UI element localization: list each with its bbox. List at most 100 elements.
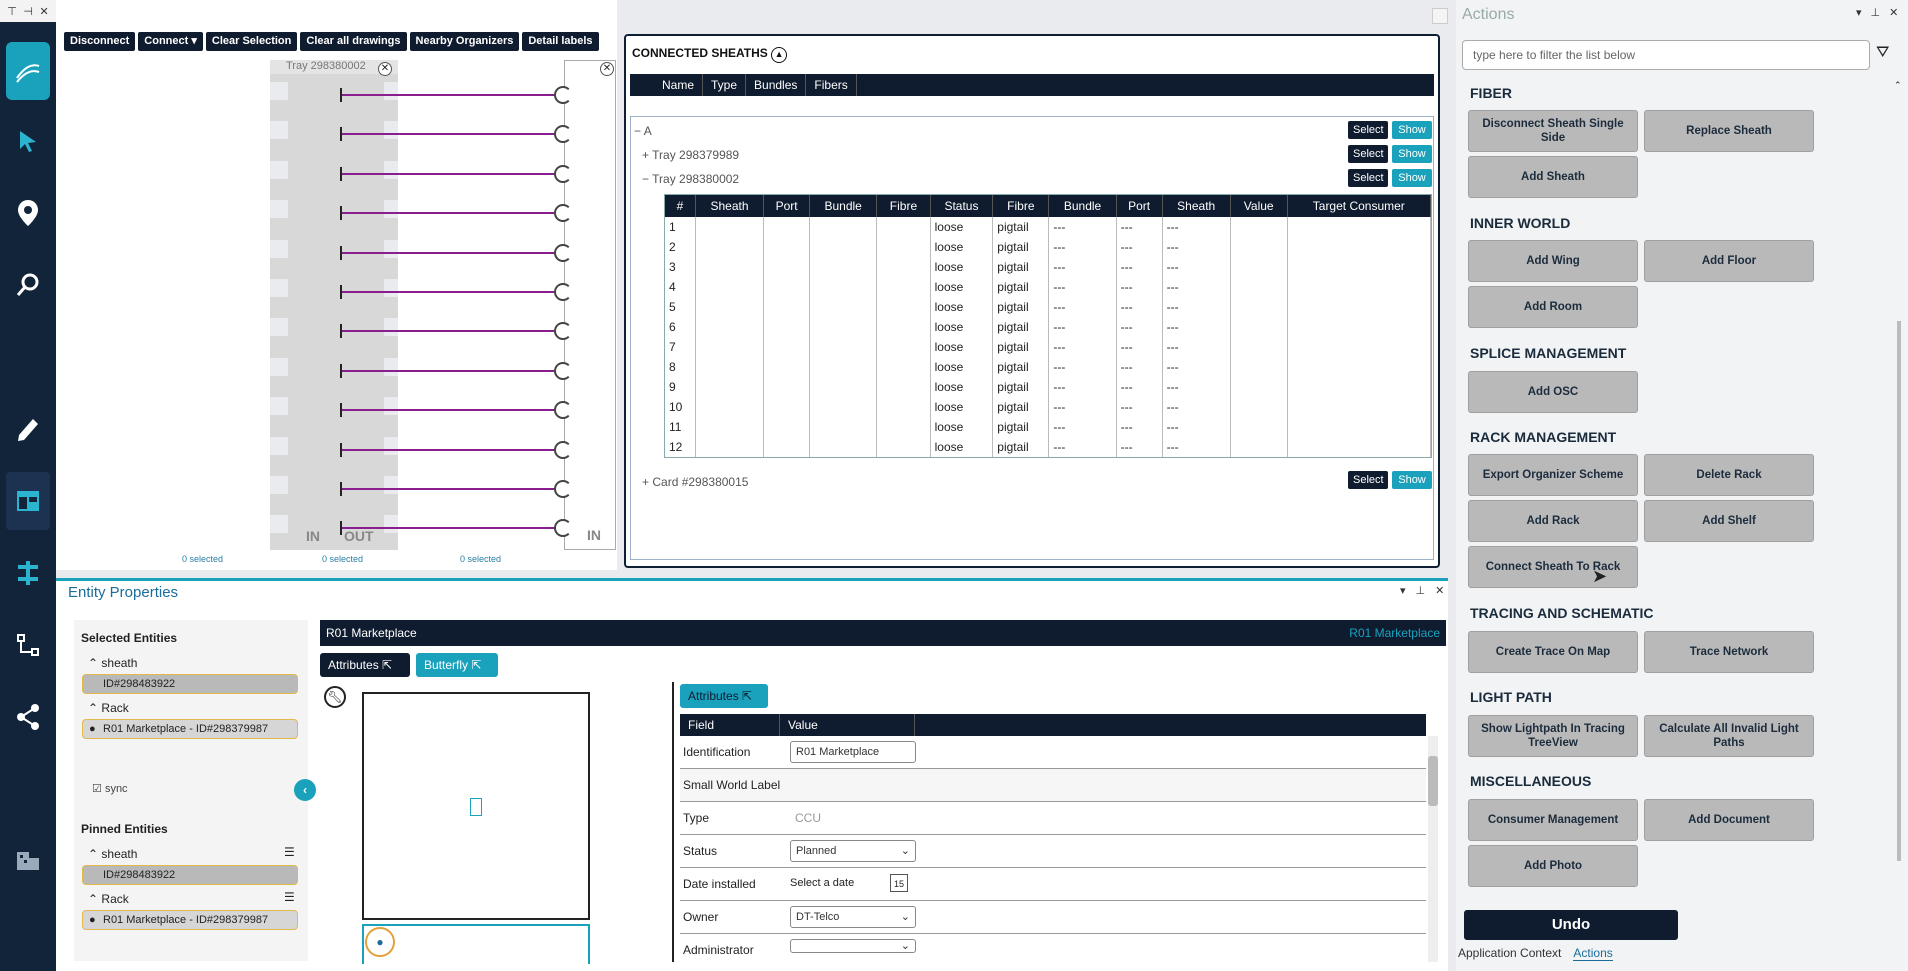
attr-scrollbar[interactable] — [1428, 736, 1438, 962]
fiber-col-header[interactable]: Sheath — [1162, 195, 1231, 217]
show-button-tray-1[interactable]: Show — [1392, 145, 1432, 163]
rack-preview-lower[interactable]: ● — [362, 924, 590, 964]
fiber-line[interactable] — [342, 133, 562, 136]
collapse-up-icon[interactable]: ▲ — [771, 47, 788, 63]
fiber-row[interactable]: 2 loose pigtail --- --- --- — [665, 237, 1432, 257]
port-connector[interactable] — [554, 361, 572, 380]
port-connector[interactable] — [554, 283, 572, 301]
pinned-sheath-chip[interactable]: ID#298483922 — [82, 865, 298, 885]
export-organizer-scheme-button[interactable]: Export Organizer Scheme — [1468, 454, 1638, 496]
collapse-icon[interactable]: − — [634, 124, 641, 138]
replace-sheath-button[interactable]: Replace Sheath — [1644, 110, 1814, 152]
fiber-col-header[interactable]: Port — [763, 195, 811, 217]
connect-button[interactable]: Connect ▾ — [138, 32, 203, 51]
rack-preview[interactable] — [362, 692, 590, 920]
fiber-col-header[interactable]: Fibre — [876, 195, 931, 217]
list-icon[interactable]: ☰ — [284, 845, 295, 859]
fiber-col-header[interactable]: Port — [1116, 195, 1163, 217]
fiber-line[interactable] — [342, 409, 562, 412]
fiber-line[interactable] — [342, 212, 562, 215]
calculate-invalid-light-paths-button[interactable]: Calculate All Invalid Light Paths — [1644, 715, 1814, 757]
nearby-organizers-button[interactable]: Nearby Organizers — [409, 32, 520, 51]
expand-icon[interactable]: + — [642, 475, 649, 489]
clear-selection-button[interactable]: Clear Selection — [205, 32, 298, 51]
fiber-row[interactable]: 7 loose pigtail --- --- --- — [665, 337, 1432, 357]
map-pin-icon[interactable] — [6, 184, 50, 242]
wrench-icon[interactable]: 🔧︎ — [324, 686, 346, 708]
dropdown-icon[interactable]: ▾ — [1400, 584, 1406, 597]
selected-sheath-chip[interactable]: ID#298483922 — [82, 674, 298, 694]
consumer-management-button[interactable]: Consumer Management — [1468, 799, 1638, 841]
col-type[interactable]: Type — [703, 74, 747, 96]
tree-tray-1[interactable]: + Tray 298379989 — [642, 148, 739, 162]
col-bundles[interactable]: Bundles — [746, 74, 807, 96]
tab-actions[interactable]: Actions — [1573, 946, 1613, 961]
filter-icon[interactable]: ⛛ — [1876, 44, 1889, 62]
close-icon[interactable]: ✕ — [40, 5, 49, 18]
tab-butterfly[interactable]: Butterfly ⇱ — [416, 653, 498, 677]
add-sheath-button[interactable]: Add Sheath — [1468, 156, 1638, 198]
fiber-row[interactable]: 9 loose pigtail --- --- --- — [665, 377, 1432, 397]
fiber-line[interactable] — [342, 251, 562, 254]
disconnect-button[interactable]: Disconnect — [64, 32, 136, 51]
port-connector[interactable] — [554, 86, 572, 104]
pin-icon[interactable]: ⊥ — [1416, 584, 1426, 597]
pin-icon[interactable]: ⊥ — [1871, 6, 1881, 19]
fiber-line[interactable] — [342, 172, 562, 175]
trace-network-button[interactable]: Trace Network — [1644, 631, 1814, 673]
fiber-row[interactable]: 12 loose pigtail --- --- --- — [665, 437, 1432, 457]
detail-labels-button[interactable]: Detail labels — [522, 32, 599, 51]
fiber-line[interactable] — [342, 488, 562, 490]
sync-checkbox[interactable]: ☑ sync — [92, 782, 128, 795]
fiber-row[interactable]: 8 loose pigtail --- --- --- — [665, 357, 1432, 377]
add-room-button[interactable]: Add Room — [1468, 286, 1638, 328]
port-connector[interactable] — [554, 480, 572, 498]
add-rack-button[interactable]: Add Rack — [1468, 500, 1638, 542]
select-button-card[interactable]: Select — [1348, 471, 1388, 489]
pin-icon[interactable]: ⊤ — [7, 5, 17, 18]
owner-select[interactable]: DT-Telco ⌄ — [790, 906, 916, 928]
fiber-line[interactable] — [342, 369, 562, 372]
fiber-row[interactable]: 6 loose pigtail --- --- --- — [665, 317, 1432, 337]
close-icon[interactable]: ✕ — [1435, 584, 1444, 597]
fiber-col-header[interactable]: Sheath — [695, 195, 765, 217]
fiber-row[interactable]: 1 loose pigtail --- --- --- — [665, 217, 1432, 237]
show-button-tray-2[interactable]: Show — [1392, 169, 1432, 187]
fiber-col-header[interactable]: Bundle — [1048, 195, 1117, 217]
pinned-rack-group[interactable]: ⌃ Rack — [88, 892, 129, 906]
connect-sheath-to-rack-button[interactable]: Connect Sheath To Rack — [1468, 546, 1638, 588]
fiber-line[interactable] — [342, 448, 562, 451]
add-wing-button[interactable]: Add Wing — [1468, 240, 1638, 282]
collapse-left-icon[interactable]: ‹ — [294, 779, 316, 801]
pinned-sheath-group[interactable]: ⌃ sheath — [88, 847, 137, 861]
connection-icon[interactable] — [6, 616, 50, 674]
select-button-tray-2[interactable]: Select — [1348, 169, 1388, 187]
tree-tray-2[interactable]: − Tray 298380002 — [642, 172, 739, 186]
show-button-card[interactable]: Show — [1392, 471, 1432, 489]
add-document-button[interactable]: Add Document — [1644, 799, 1814, 841]
fiber-col-header[interactable]: Fibre — [992, 195, 1050, 217]
close-icon[interactable]: ✕ — [1889, 6, 1898, 19]
disconnect-sheath-single-side-button[interactable]: Disconnect Sheath Single Side — [1468, 110, 1638, 152]
add-shelf-button[interactable]: Add Shelf — [1644, 500, 1814, 542]
layout-icon[interactable] — [6, 472, 50, 530]
tree-root[interactable]: − A — [634, 124, 652, 138]
fiber-row[interactable]: 11 loose pigtail --- --- --- — [665, 417, 1432, 437]
action-filter-input[interactable]: type here to filter the list below — [1462, 40, 1870, 70]
fiber-line[interactable] — [342, 330, 562, 333]
schematic-icon[interactable] — [6, 544, 50, 602]
splitter[interactable] — [672, 682, 674, 962]
fiber-col-header[interactable]: Status — [930, 195, 994, 217]
chevron-up-icon[interactable]: ⌃ — [88, 656, 98, 670]
add-photo-button[interactable]: Add Photo — [1468, 845, 1638, 887]
tab-attributes[interactable]: Attributes ⇱ — [320, 653, 410, 677]
status-select[interactable]: Planned ⌄ — [790, 840, 916, 862]
fiber-line[interactable] — [342, 527, 562, 530]
clear-drawings-button[interactable]: Clear all drawings — [300, 32, 407, 51]
fiber-col-header[interactable]: Bundle — [809, 195, 878, 217]
edit-icon[interactable] — [6, 400, 50, 458]
undo-button[interactable]: Undo — [1464, 910, 1678, 940]
add-floor-button[interactable]: Add Floor — [1644, 240, 1814, 282]
administrator-select[interactable]: ⌄ — [790, 939, 916, 953]
close-tray-icon[interactable]: ✕ — [378, 62, 392, 76]
